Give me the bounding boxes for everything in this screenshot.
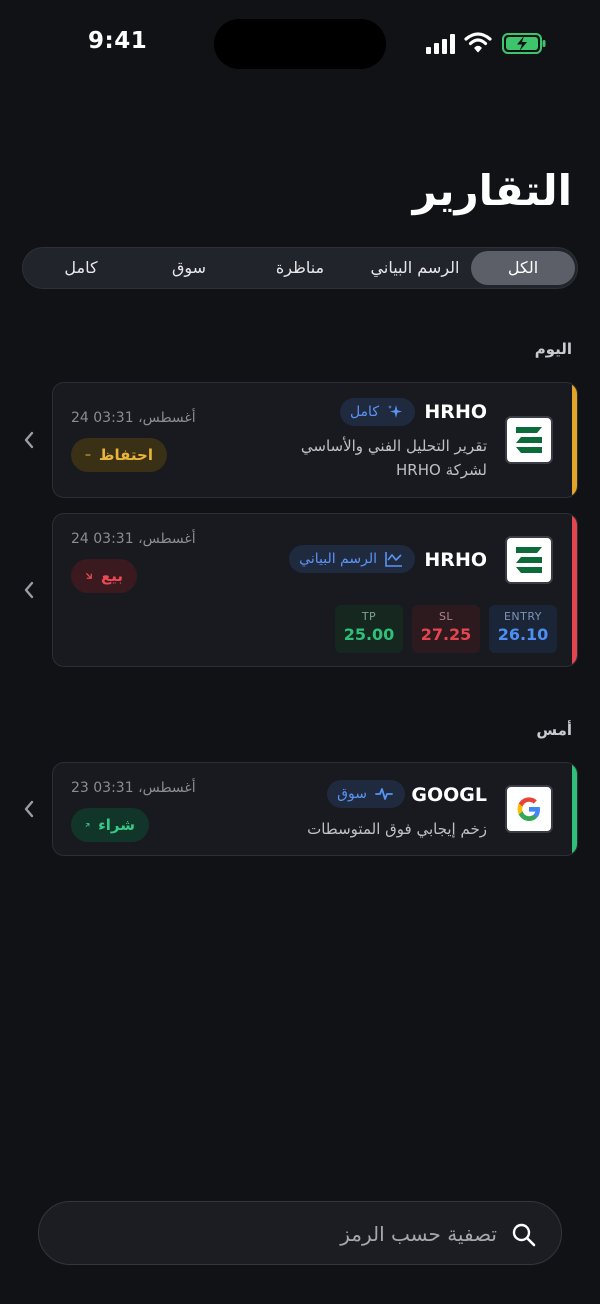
chevron-left-icon[interactable] [22, 799, 36, 819]
take-profit: TP 25.00 [335, 605, 403, 653]
report-type-label: كامل [349, 404, 379, 420]
arrow-down-right-icon [86, 573, 92, 579]
section-label-yesterday: أمس [536, 721, 572, 739]
symbol-filter-input[interactable] [77, 1216, 497, 1252]
hrho-logo [505, 536, 553, 584]
report-description: زخم إيجابي فوق المتوسطات [307, 817, 487, 841]
report-date: 23 أغسطس، 03:31 [71, 780, 196, 796]
arrow-up-right-icon [85, 823, 90, 827]
description-line: زخم إيجابي فوق المتوسطات [307, 820, 487, 838]
status-time: 9:41 [88, 28, 148, 54]
report-date: 24 أغسطس، 03:31 [71, 531, 196, 547]
report-filter-tabs: الكل الرسم البياني مناظرة سوق كامل [22, 247, 578, 289]
description-line: تقرير التحليل الفني والأساسي [300, 437, 487, 455]
description-line: لشركة HRHO [396, 461, 487, 479]
tab-all[interactable]: الكل [471, 251, 575, 285]
cellular-signal-icon [426, 34, 455, 54]
dynamic-island [214, 19, 386, 69]
tab-market[interactable]: سوق [139, 251, 239, 285]
chevron-left-icon[interactable] [22, 430, 36, 450]
hrho-logo [505, 416, 553, 464]
chevron-left-icon[interactable] [22, 580, 36, 600]
battery-charging-icon [502, 33, 546, 54]
sell-badge: بيع [71, 559, 137, 593]
action-label: بيع [100, 567, 123, 585]
report-type-label: الرسم البياني [299, 551, 377, 567]
report-type-badge: كامل [339, 398, 415, 426]
tp-label: TP [361, 610, 377, 623]
tab-chart[interactable]: الرسم البياني [359, 251, 471, 285]
page-title: التقارير [412, 166, 572, 215]
sl-label: SL [438, 610, 454, 623]
entry-label: ENTRY [503, 610, 543, 623]
report-type-badge: سوق [327, 780, 405, 808]
symbol-filter-bar [38, 1201, 562, 1265]
report-type-label: سوق [337, 786, 367, 802]
buy-badge: شراء [71, 808, 149, 842]
tp-value: 25.00 [343, 625, 395, 644]
report-card-googl-market[interactable]: GOOGL سوق زخم إيجابي فوق المتوسطات 23 أغ… [52, 762, 578, 856]
pulse-icon [375, 788, 393, 800]
tab-full[interactable]: كامل [31, 251, 131, 285]
chart-icon [385, 552, 402, 567]
entry-value: 26.10 [497, 625, 549, 644]
ticker-symbol: HRHO [424, 549, 487, 571]
section-label-today: اليوم [534, 340, 572, 358]
report-card-hrho-full[interactable]: HRHO كامل تقرير التحليل الفني والأساسي ل… [52, 382, 578, 498]
sparkle-icon [388, 405, 402, 418]
action-label: احتفاظ [98, 446, 153, 464]
ticker-symbol: GOOGL [411, 784, 487, 806]
hold-badge: احتفاظ [71, 438, 167, 472]
minus-icon [85, 454, 91, 456]
card-accent-bar [572, 763, 577, 855]
stop-loss: SL 27.25 [412, 605, 480, 653]
entry-price: ENTRY 26.10 [489, 605, 557, 653]
report-date: 24 أغسطس، 03:31 [71, 410, 196, 426]
card-accent-bar [572, 514, 577, 666]
action-label: شراء [98, 816, 135, 834]
report-card-hrho-chart[interactable]: HRHO الرسم البياني 24 أغسطس، 03:31 بيع E… [52, 513, 578, 667]
sl-value: 27.25 [420, 625, 472, 644]
search-icon [512, 1223, 536, 1247]
report-type-badge: الرسم البياني [289, 545, 415, 573]
tab-debate[interactable]: مناظرة [249, 251, 351, 285]
wifi-icon [464, 32, 492, 53]
ticker-symbol: HRHO [424, 401, 487, 423]
card-accent-bar [572, 383, 577, 497]
google-logo [505, 785, 553, 833]
report-description: تقرير التحليل الفني والأساسي لشركة HRHO [301, 434, 487, 482]
